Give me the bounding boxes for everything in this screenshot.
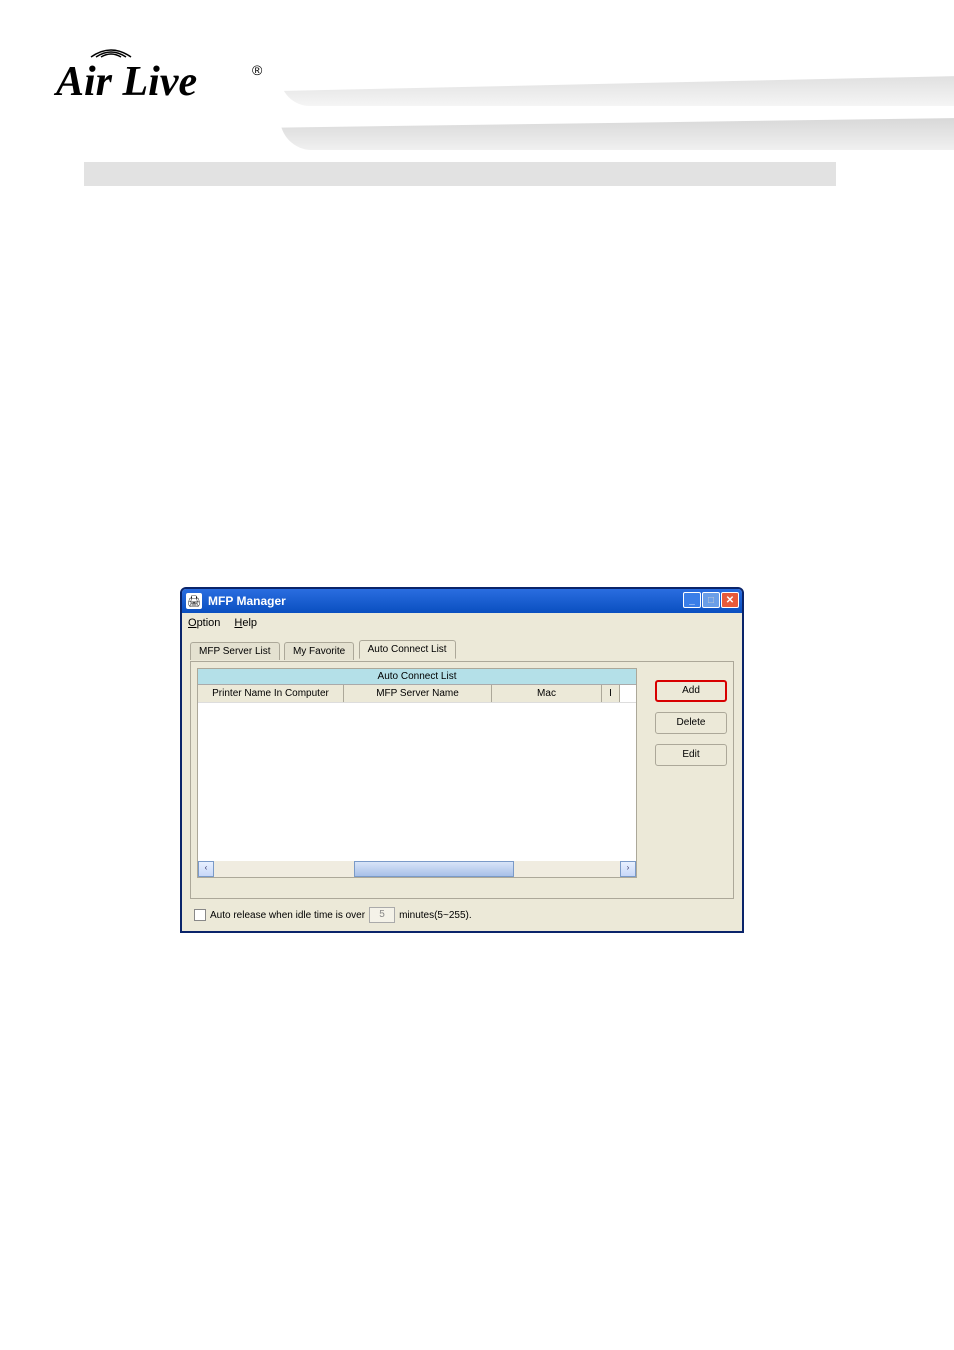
printer-icon: 🖨	[186, 593, 202, 609]
menu-option[interactable]: Option	[188, 617, 220, 629]
col-printer-name[interactable]: Printer Name In Computer	[198, 685, 344, 702]
auto-release-label-after: minutes(5~255).	[399, 910, 472, 921]
delete-button[interactable]: Delete	[655, 712, 727, 734]
scroll-thumb[interactable]	[354, 861, 514, 877]
auto-release-label-before: Auto release when idle time is over	[210, 910, 365, 921]
menubar: Option Help	[182, 613, 742, 633]
add-button[interactable]: Add	[655, 680, 727, 702]
auto-release-row: Auto release when idle time is over 5 mi…	[194, 907, 472, 923]
page-header: Air Live ®	[0, 0, 954, 190]
side-buttons: Add Delete Edit	[655, 680, 727, 766]
window-titlebar[interactable]: 🖨 MFP Manager _ □ ✕	[182, 589, 742, 613]
window-title: MFP Manager	[208, 594, 286, 608]
edit-button[interactable]: Edit	[655, 744, 727, 766]
mfp-manager-window: 🖨 MFP Manager _ □ ✕ Option Help MFP Serv…	[180, 587, 744, 933]
airlive-logo: Air Live ®	[56, 40, 266, 100]
tab-auto-connect-list[interactable]: Auto Connect List	[359, 640, 456, 659]
tab-my-favorite[interactable]: My Favorite	[284, 642, 354, 660]
horizontal-scrollbar[interactable]: ‹ ›	[198, 861, 636, 877]
col-server-name[interactable]: MFP Server Name	[344, 685, 492, 702]
decorative-bar	[84, 162, 836, 186]
minimize-button[interactable]: _	[683, 592, 701, 608]
auto-connect-table: Auto Connect List Printer Name In Comput…	[197, 668, 637, 878]
decorative-swoosh	[280, 76, 954, 106]
scroll-left-button[interactable]: ‹	[198, 861, 214, 877]
table-column-headers: Printer Name In Computer MFP Server Name…	[198, 685, 636, 703]
tab-mfp-server-list[interactable]: MFP Server List	[190, 642, 280, 660]
decorative-swoosh	[280, 118, 954, 150]
col-extra[interactable]: I	[602, 685, 620, 702]
logo-text: Air Live	[56, 58, 197, 106]
table-body-empty	[198, 703, 636, 859]
idle-minutes-input[interactable]: 5	[369, 907, 395, 923]
menu-help[interactable]: Help	[234, 617, 257, 629]
tabs: MFP Server List My Favorite Auto Connect…	[190, 639, 734, 661]
col-mac[interactable]: Mac	[492, 685, 602, 702]
scroll-right-button[interactable]: ›	[620, 861, 636, 877]
table-title: Auto Connect List	[198, 669, 636, 685]
close-button[interactable]: ✕	[721, 592, 739, 608]
logo-registered: ®	[252, 62, 262, 78]
maximize-button: □	[702, 592, 720, 608]
auto-connect-panel: Auto Connect List Printer Name In Comput…	[190, 661, 734, 899]
auto-release-checkbox[interactable]	[194, 909, 206, 921]
